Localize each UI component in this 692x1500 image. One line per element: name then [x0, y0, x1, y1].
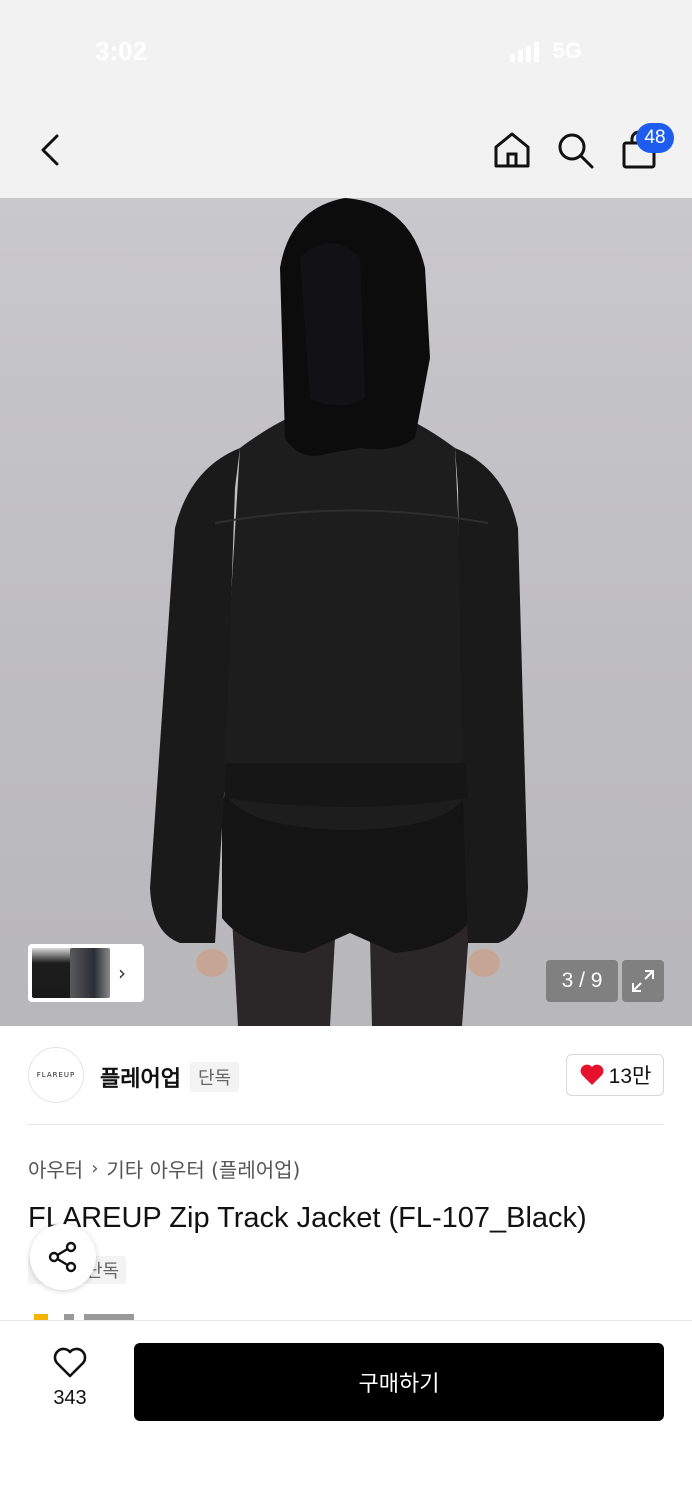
- thumbnail-strip[interactable]: ›: [28, 944, 144, 1002]
- back-button[interactable]: [30, 128, 70, 172]
- chevron-right-icon: ›: [118, 961, 126, 985]
- home-icon: [494, 132, 530, 168]
- buy-button[interactable]: 구매하기: [134, 1343, 664, 1421]
- top-nav: [0, 100, 692, 198]
- brand-row: FLAREUP 플레어업 단독 13만: [0, 1026, 692, 1126]
- breadcrumb-category[interactable]: 아우터: [28, 1154, 83, 1183]
- brand-like-count: 13만: [608, 1065, 652, 1088]
- wishlist-count: 343: [53, 1387, 87, 1409]
- chevron-left-icon: [41, 134, 59, 166]
- status-bar: 3:02 5G: [0, 0, 692, 100]
- status-indicators: 5G: [509, 38, 582, 64]
- network-label: 5G: [552, 38, 582, 63]
- brand-like-button[interactable]: 13만: [566, 1054, 664, 1096]
- share-icon: [48, 1241, 77, 1273]
- heart-filled-icon: [580, 1064, 604, 1085]
- brand-name[interactable]: 플레어업: [100, 1061, 181, 1093]
- breadcrumb: 아우터 › 기타 아우터 (플레어업): [28, 1154, 300, 1183]
- rating-row: [34, 1312, 164, 1320]
- chevron-right-icon: ›: [91, 1158, 99, 1179]
- exclusive-badge: 단독: [190, 1062, 240, 1092]
- status-time: 3:02: [95, 36, 148, 66]
- cart-count-badge: 48: [636, 123, 674, 153]
- expand-button[interactable]: [622, 960, 664, 1002]
- image-counter: 3 / 9: [546, 960, 618, 1002]
- signal-icon: [509, 40, 539, 62]
- bottom-action-bar: 343 구매하기: [0, 1320, 692, 1500]
- expand-icon: [632, 970, 654, 992]
- model-photo: [150, 198, 528, 1026]
- share-button[interactable]: [30, 1224, 96, 1290]
- search-icon: [558, 133, 594, 169]
- home-button[interactable]: [490, 128, 534, 172]
- thumbnail-2[interactable]: [70, 948, 110, 998]
- breadcrumb-subcategory[interactable]: 기타 아우터 (플레어업): [106, 1154, 300, 1183]
- divider: [28, 1124, 664, 1125]
- thumbnail-1[interactable]: [32, 948, 72, 998]
- search-button[interactable]: [553, 128, 597, 172]
- wishlist-button[interactable]: 343: [36, 1347, 104, 1410]
- heart-outline-icon: [53, 1347, 87, 1378]
- product-title: FLAREUP Zip Track Jacket (FL-107_Black): [28, 1202, 587, 1234]
- product-image[interactable]: [0, 198, 692, 1026]
- brand-logo[interactable]: FLAREUP: [28, 1047, 84, 1103]
